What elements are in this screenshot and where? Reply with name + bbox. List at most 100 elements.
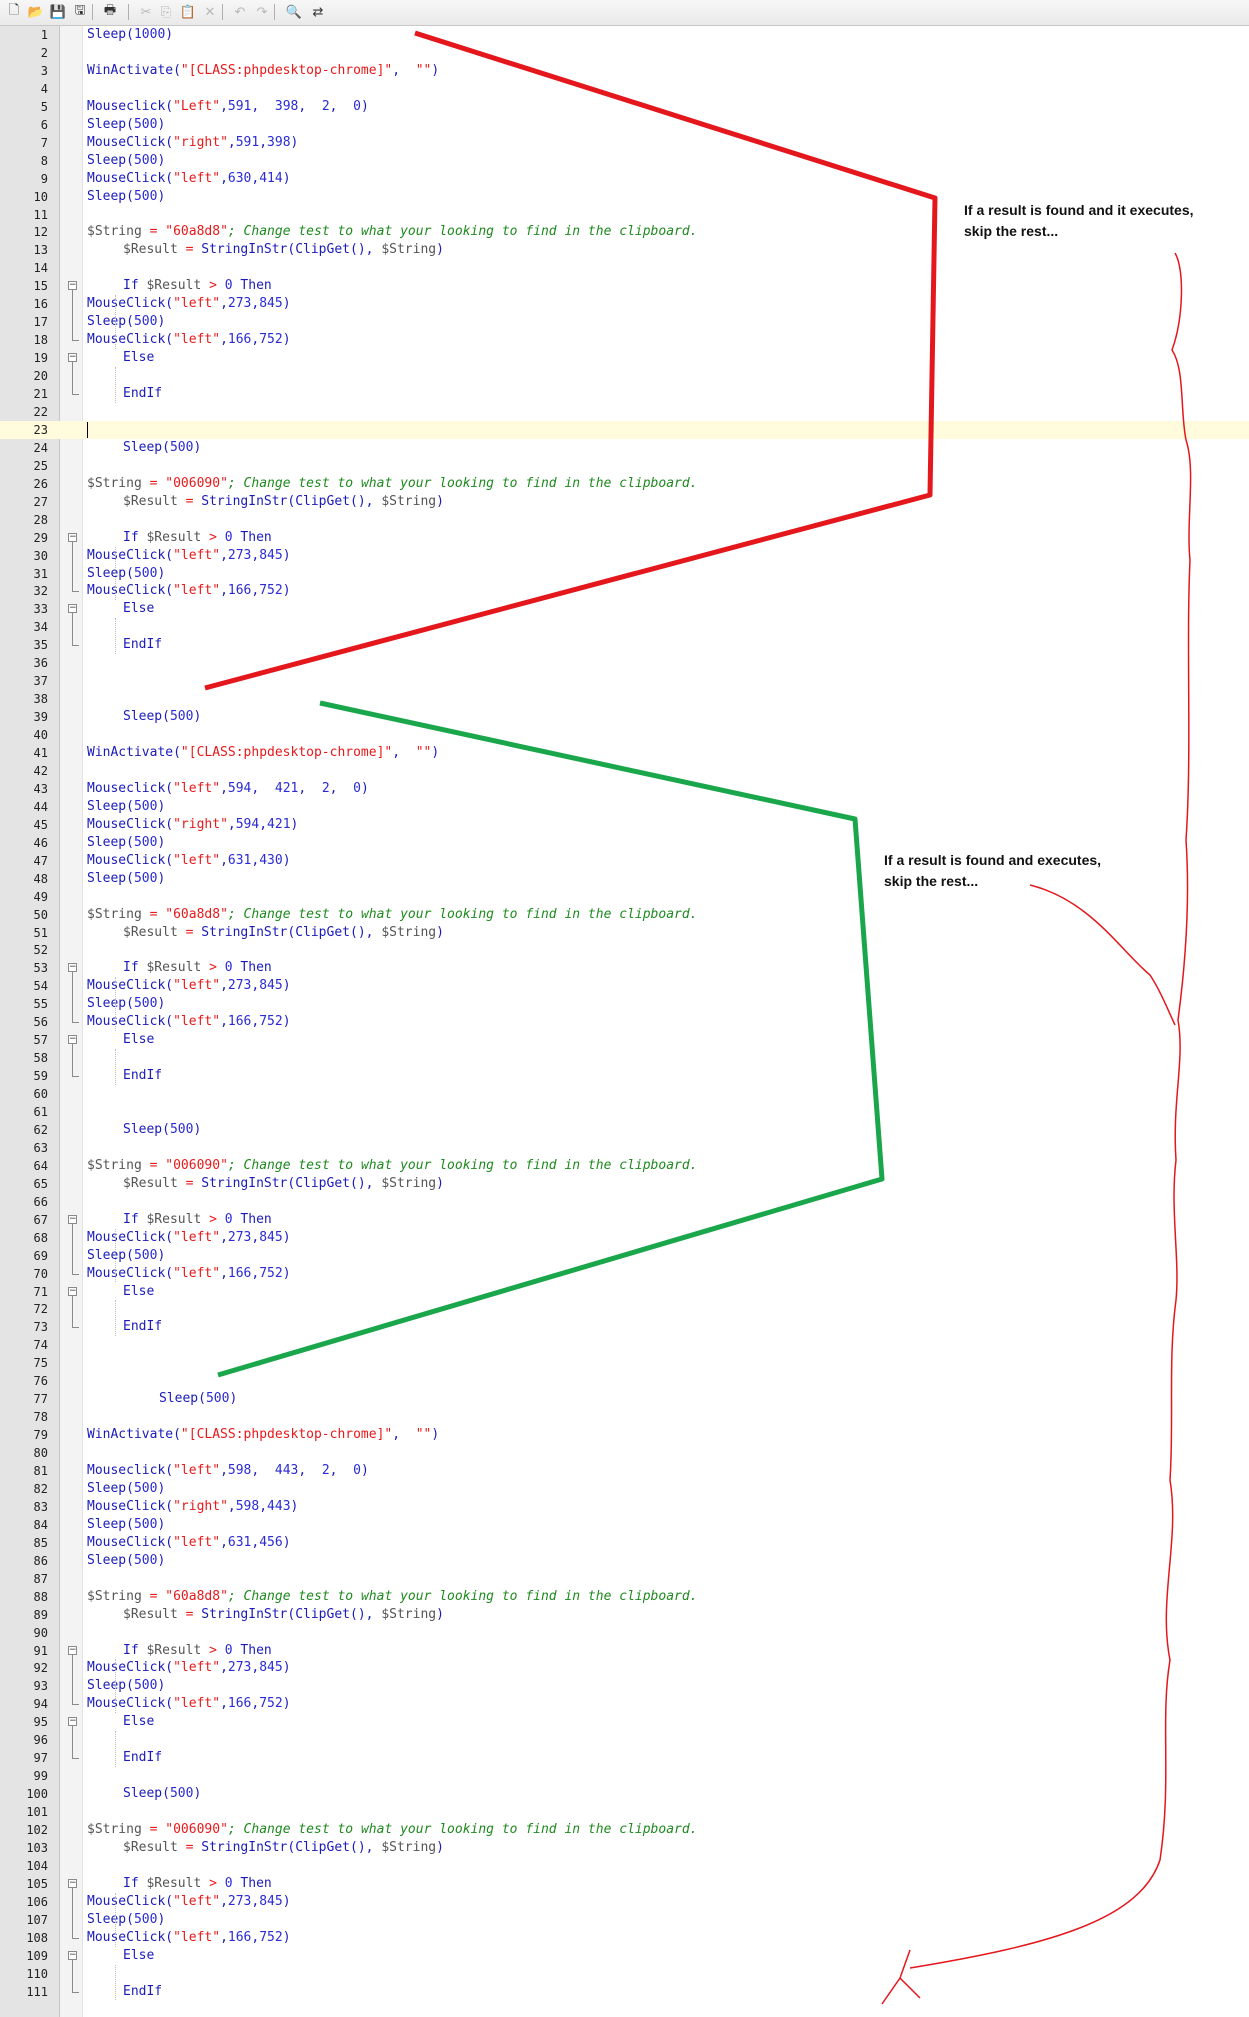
find-icon[interactable]: 🔍 [284,2,304,22]
code-line[interactable]: 109 Else [0,1947,1249,1965]
code-line[interactable]: 32 MouseClick("left",166,752) [0,582,1249,600]
code-line[interactable]: 36 [0,654,1249,672]
fold-toggle-icon[interactable]: − [68,963,77,973]
code-line[interactable]: 66 [0,1193,1249,1211]
code-line[interactable]: 35 EndIf [0,636,1249,654]
code-line[interactable]: 26 $String = "006090"; Change test to wha… [0,475,1249,493]
copy-icon[interactable]: ⎘ [156,2,176,22]
code-line[interactable]: 34 [0,618,1249,636]
code-line[interactable]: 94 MouseClick("left",166,752) [0,1695,1249,1713]
fold-toggle-icon[interactable]: − [68,1950,77,1960]
code-line[interactable]: 78 [0,1408,1249,1426]
code-line[interactable]: 58 [0,1049,1249,1067]
print-icon[interactable]: 🖶 [100,2,120,22]
code-line[interactable]: 38 [0,690,1249,708]
save-as-icon[interactable]: 🖫 [70,2,90,22]
replace-icon[interactable]: ⇄ [308,2,328,22]
code-line[interactable]: 90 [0,1624,1249,1642]
code-line[interactable]: 21 EndIf [0,385,1249,403]
code-line[interactable]: 93 Sleep(500) [0,1677,1249,1695]
code-line[interactable]: 1 Sleep(1000) [0,26,1249,44]
code-line[interactable]: 15 If $Result > 0 Then [0,277,1249,295]
code-line[interactable]: 17 Sleep(500) [0,313,1249,331]
code-line[interactable]: 18 MouseClick("left",166,752) [0,331,1249,349]
code-line[interactable]: 30 MouseClick("left",273,845) [0,547,1249,565]
code-line[interactable]: 27 $Result = StringInStr(ClipGet(), $Stri… [0,493,1249,511]
code-line[interactable]: 80 [0,1444,1249,1462]
code-editor[interactable]: 1 Sleep(1000) 2 3 WinActivate("[CLASS:phpdes… [0,26,1249,2017]
code-line[interactable]: 69 Sleep(500) [0,1247,1249,1265]
open-file-icon[interactable]: 📂 [26,2,46,22]
code-line[interactable]: 8 Sleep(500) [0,152,1249,170]
fold-toggle-icon[interactable]: − [68,604,77,614]
code-line[interactable]: 31 Sleep(500) [0,565,1249,583]
code-line[interactable]: 57 Else [0,1031,1249,1049]
code-line[interactable]: 110 [0,1965,1249,1983]
new-file-icon[interactable]: 🗋 [4,2,24,22]
code-line[interactable]: 104 [0,1857,1249,1875]
fold-toggle-icon[interactable]: − [68,281,77,291]
undo-icon[interactable]: ↶ [230,2,250,22]
code-line[interactable]: 89 $Result = StringInStr(ClipGet(), $Stri… [0,1606,1249,1624]
code-line[interactable]: 5 Mouseclick("Left",591, 398, 2, 0) [0,98,1249,116]
code-line[interactable]: 52 [0,941,1249,959]
code-line[interactable]: 60 [0,1085,1249,1103]
code-line[interactable]: 14 [0,259,1249,277]
code-line[interactable]: 76 [0,1372,1249,1390]
code-line[interactable]: 20 [0,367,1249,385]
code-line[interactable]: 101 [0,1803,1249,1821]
code-line[interactable]: 84 Sleep(500) [0,1516,1249,1534]
save-icon[interactable]: 💾 [48,2,68,22]
code-line[interactable]: 95 Else [0,1713,1249,1731]
code-line[interactable]: 62 Sleep(500) [0,1121,1249,1139]
code-line[interactable]: 25 [0,457,1249,475]
cut-icon[interactable]: ✂ [136,2,156,22]
redo-icon[interactable]: ↷ [252,2,272,22]
fold-toggle-icon[interactable]: − [68,532,77,542]
code-line[interactable]: 45 MouseClick("right",594,421) [0,816,1249,834]
code-line[interactable]: 22 [0,403,1249,421]
code-line[interactable]: 7 MouseClick("right",591,398) [0,134,1249,152]
code-line[interactable]: 43 Mouseclick("left",594, 421, 2, 0) [0,780,1249,798]
code-line[interactable]: 82 Sleep(500) [0,1480,1249,1498]
code-line[interactable]: 19 Else [0,349,1249,367]
code-line[interactable]: 97 EndIf [0,1749,1249,1767]
code-line[interactable]: 79 WinActivate("[CLASS:phpdesktop-chrome]… [0,1426,1249,1444]
code-line[interactable]: 56 MouseClick("left",166,752) [0,1013,1249,1031]
code-line[interactable]: 111 EndIf [0,1983,1249,2001]
paste-icon[interactable]: 📋 [178,2,198,22]
code-line[interactable]: 4 [0,80,1249,98]
code-line[interactable]: 29 If $Result > 0 Then [0,529,1249,547]
code-line[interactable]: 103 $Result = StringInStr(ClipGet(), $Str… [0,1839,1249,1857]
fold-toggle-icon[interactable]: − [68,1717,77,1727]
code-line[interactable]: 75 [0,1354,1249,1372]
code-line[interactable]: 9 MouseClick("left",630,414) [0,170,1249,188]
code-line[interactable]: 65 $Result = StringInStr(ClipGet(), $Stri… [0,1175,1249,1193]
code-line[interactable]: 50 $String = "60a8d8"; Change test to wha… [0,906,1249,924]
code-line[interactable]: 107 Sleep(500) [0,1911,1249,1929]
code-line[interactable]: 87 [0,1570,1249,1588]
code-line[interactable]: 68 MouseClick("left",273,845) [0,1229,1249,1247]
code-line[interactable]: 102 $String = "006090"; Change test to wh… [0,1821,1249,1839]
code-line[interactable]: 39 Sleep(500) [0,708,1249,726]
fold-toggle-icon[interactable]: − [68,1645,77,1655]
code-line[interactable]: 91 If $Result > 0 Then [0,1642,1249,1660]
code-line[interactable]: 6 Sleep(500) [0,116,1249,134]
fold-toggle-icon[interactable]: − [68,1035,77,1045]
fold-toggle-icon[interactable]: − [68,353,77,363]
code-line[interactable]: 63 [0,1139,1249,1157]
code-line[interactable]: 96 [0,1731,1249,1749]
code-line[interactable]: 61 [0,1103,1249,1121]
code-line[interactable]: 108 MouseClick("left",166,752) [0,1929,1249,1947]
code-line[interactable]: 86 Sleep(500) [0,1552,1249,1570]
code-line[interactable]: 3 WinActivate("[CLASS:phpdesktop-chrome]"… [0,62,1249,80]
code-line[interactable]: 51 $Result = StringInStr(ClipGet(), $Stri… [0,924,1249,942]
fold-toggle-icon[interactable]: − [68,1286,77,1296]
code-line[interactable]: 99 [0,1767,1249,1785]
code-line[interactable]: 16 MouseClick("left",273,845) [0,295,1249,313]
code-line[interactable]: 28 [0,511,1249,529]
code-line[interactable]: 54 MouseClick("left",273,845) [0,977,1249,995]
code-line[interactable]: 106 MouseClick("left",273,845) [0,1893,1249,1911]
code-line[interactable]: 73 EndIf [0,1318,1249,1336]
code-line[interactable]: 71 Else [0,1283,1249,1301]
